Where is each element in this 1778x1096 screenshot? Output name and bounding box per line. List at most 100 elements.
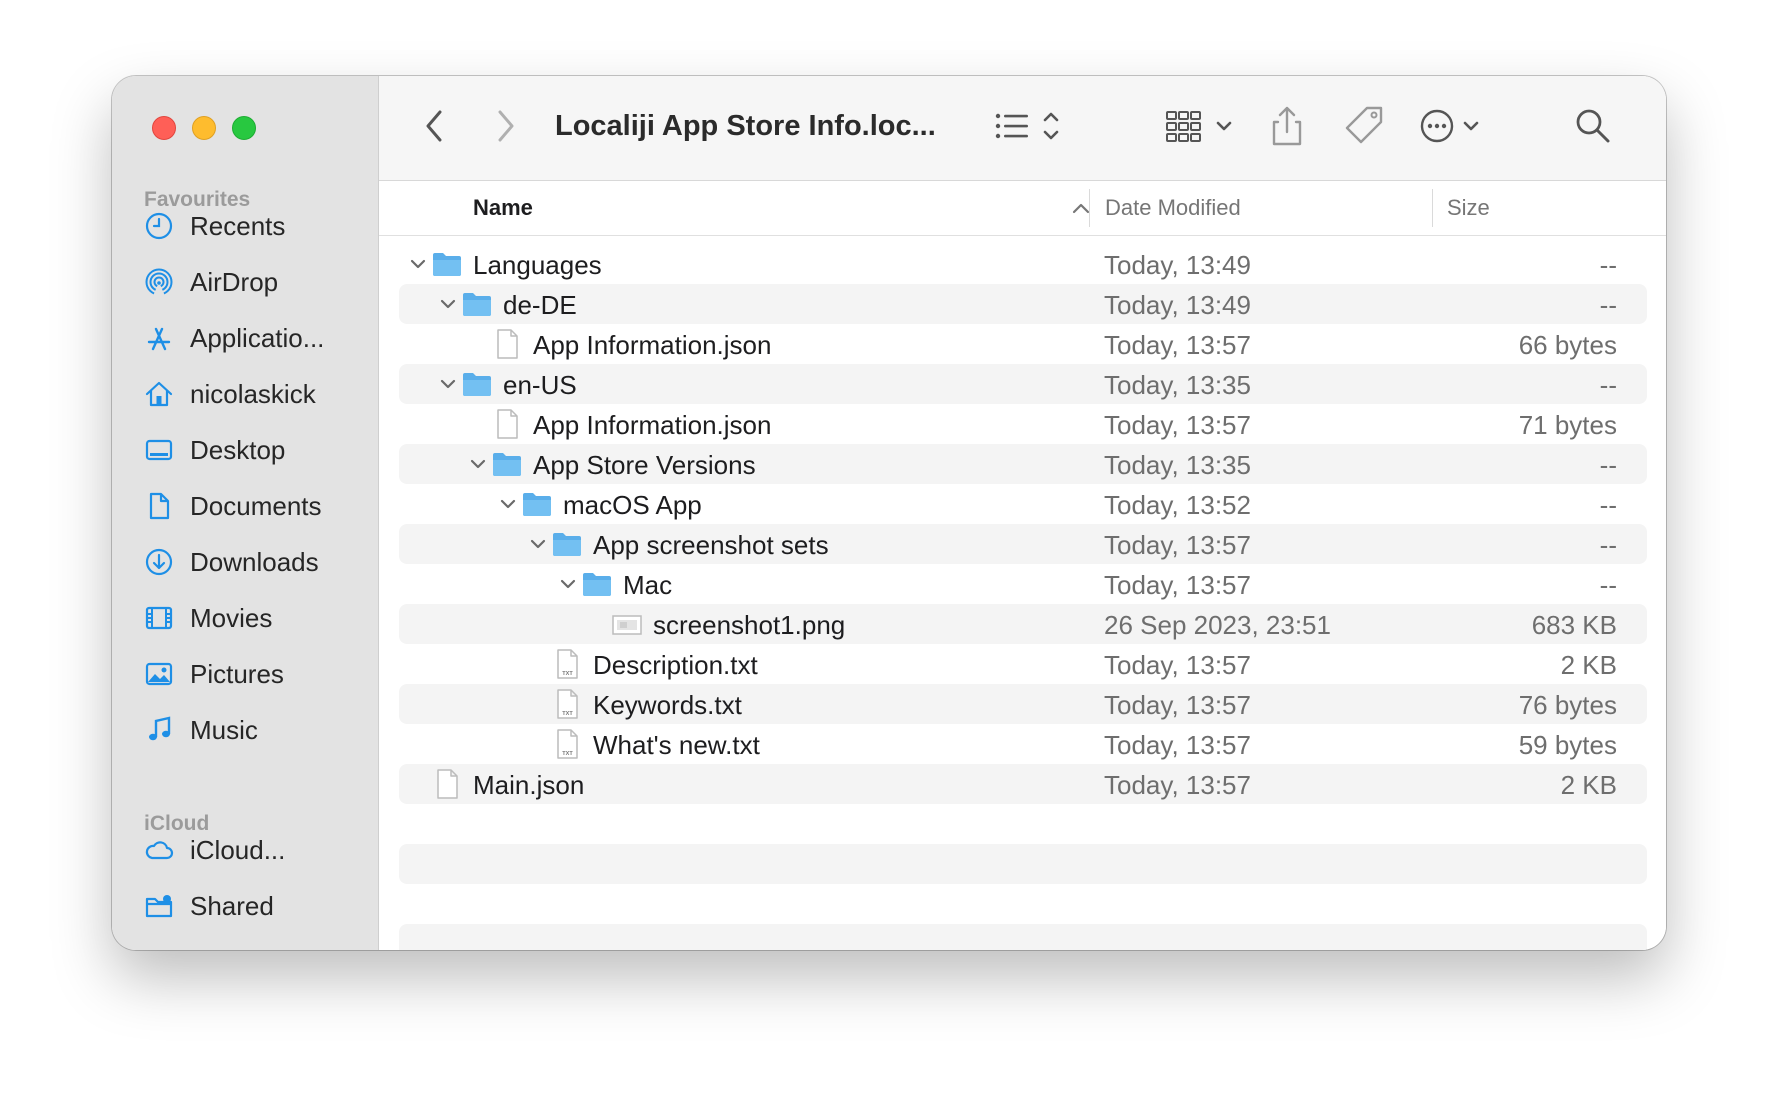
search-button[interactable]	[1571, 104, 1615, 148]
back-button[interactable]	[415, 106, 455, 146]
main-pane: Localiji App Store Info.loc... Name Date…	[379, 76, 1666, 950]
finder-window: Favourites Recents AirDrop Applicatio...…	[112, 76, 1666, 950]
file-row[interactable]: Mac Today, 13:57 --	[399, 564, 1647, 604]
file-name: Keywords.txt	[593, 690, 742, 720]
sidebar-item-music[interactable]: Music	[142, 708, 374, 752]
sidebar: Favourites Recents AirDrop Applicatio...…	[112, 76, 379, 950]
file-date-modified: Today, 13:57	[1104, 730, 1251, 760]
file-row[interactable]: TXT Keywords.txt Today, 13:57 76 bytes	[399, 684, 1647, 724]
document-file-icon	[497, 329, 518, 359]
share-icon	[1272, 106, 1302, 146]
view-options-button[interactable]	[991, 104, 1075, 148]
sidebar-item-label: Recents	[190, 210, 286, 241]
column-divider[interactable]	[1089, 189, 1090, 227]
file-size: --	[1599, 450, 1617, 480]
folder-icon	[553, 533, 581, 556]
sidebar-item-icloud-drive[interactable]: iCloud...	[142, 828, 374, 872]
folder-icon	[463, 373, 491, 396]
folder-icon	[583, 573, 611, 596]
downloads-icon	[142, 545, 176, 579]
photo-icon	[142, 657, 176, 691]
disclosure-chevron-icon[interactable]	[409, 255, 427, 273]
home-icon	[142, 377, 176, 411]
sidebar-item-label: Movies	[190, 602, 273, 633]
file-row[interactable]: TXT What's new.txt Today, 13:57 59 bytes	[399, 724, 1647, 764]
sidebar-item-label: nicolaskick	[190, 378, 316, 409]
sidebar-item-recents[interactable]: Recents	[142, 204, 374, 248]
sidebar-item-pictures[interactable]: Pictures	[142, 652, 374, 696]
file-row[interactable]: App Information.json Today, 13:57 71 bytes	[399, 404, 1647, 444]
file-row[interactable]: screenshot1.png 26 Sep 2023, 23:51 683 KB	[399, 604, 1647, 644]
file-row[interactable]: Main.json Today, 13:57 2 KB	[399, 764, 1647, 804]
file-row[interactable]: App Information.json Today, 13:57 66 bytes	[399, 324, 1647, 364]
text-file-icon: TXT	[557, 649, 578, 679]
sidebar-item-label: iCloud...	[190, 834, 286, 865]
forward-button[interactable]	[485, 106, 525, 146]
sidebar-item-label: Desktop	[190, 434, 286, 465]
column-name-header[interactable]: Name	[473, 195, 533, 221]
file-row[interactable]: de-DE Today, 13:49 --	[399, 284, 1647, 324]
window-controls	[152, 116, 256, 140]
sidebar-item-documents[interactable]: Documents	[142, 484, 374, 528]
share-button[interactable]	[1263, 102, 1311, 150]
sidebar-item-airdrop[interactable]: AirDrop	[142, 260, 374, 304]
sidebar-item-downloads[interactable]: Downloads	[142, 540, 374, 584]
file-date-modified: Today, 13:57	[1104, 690, 1251, 720]
sort-ascending-icon[interactable]	[1071, 197, 1091, 219]
file-size: --	[1599, 530, 1617, 560]
disclosure-chevron-icon[interactable]	[529, 535, 547, 553]
file-row[interactable]: Languages Today, 13:49 --	[399, 244, 1647, 284]
sidebar-item-movies[interactable]: Movies	[142, 596, 374, 640]
folder-icon	[523, 493, 551, 516]
sidebar-item-label: Downloads	[190, 546, 319, 577]
disclosure-chevron-icon[interactable]	[499, 495, 517, 513]
document-file-icon	[497, 409, 518, 439]
file-row[interactable]: en-US Today, 13:35 --	[399, 364, 1647, 404]
svg-text:TXT: TXT	[562, 671, 573, 677]
close-button[interactable]	[152, 116, 176, 140]
file-date-modified: Today, 13:57	[1104, 570, 1251, 600]
file-size: --	[1599, 570, 1617, 600]
group-button[interactable]	[1163, 104, 1243, 148]
file-date-modified: Today, 13:57	[1104, 330, 1251, 360]
applications-icon	[142, 321, 176, 355]
disclosure-chevron-icon[interactable]	[439, 375, 457, 393]
file-name: What's new.txt	[593, 730, 760, 760]
document-icon	[142, 489, 176, 523]
updown-chevron-icon	[1043, 112, 1059, 140]
more-actions-button[interactable]	[1417, 104, 1501, 148]
file-size: 683 KB	[1531, 610, 1617, 640]
tag-icon	[1345, 106, 1383, 144]
file-date-modified: Today, 13:57	[1104, 530, 1251, 560]
empty-row	[399, 844, 1647, 884]
sidebar-item-shared[interactable]: Shared	[142, 884, 374, 928]
file-size: 2 KB	[1560, 770, 1617, 800]
zoom-button[interactable]	[232, 116, 256, 140]
sidebar-item-applications[interactable]: Applicatio...	[142, 316, 374, 360]
sidebar-item-desktop[interactable]: Desktop	[142, 428, 374, 472]
column-divider[interactable]	[1432, 189, 1433, 227]
disclosure-chevron-icon[interactable]	[559, 575, 577, 593]
folder-icon	[463, 293, 491, 316]
file-date-modified: Today, 13:49	[1104, 250, 1251, 280]
column-size-header[interactable]: Size	[1447, 195, 1490, 221]
minimize-button[interactable]	[192, 116, 216, 140]
disclosure-chevron-icon[interactable]	[439, 295, 457, 313]
file-row[interactable]: TXT Description.txt Today, 13:57 2 KB	[399, 644, 1647, 684]
airdrop-icon	[142, 265, 176, 299]
file-size: 71 bytes	[1518, 410, 1617, 440]
sidebar-item-home[interactable]: nicolaskick	[142, 372, 374, 416]
file-name: App Store Versions	[533, 450, 756, 480]
disclosure-chevron-icon[interactable]	[469, 455, 487, 473]
tags-button[interactable]	[1341, 102, 1389, 150]
file-name: Languages	[473, 250, 602, 280]
sidebar-item-label: Pictures	[190, 658, 284, 689]
file-size: --	[1599, 490, 1617, 520]
file-row[interactable]: App screenshot sets Today, 13:57 --	[399, 524, 1647, 564]
column-date-header[interactable]: Date Modified	[1105, 195, 1241, 221]
file-row[interactable]: macOS App Today, 13:52 --	[399, 484, 1647, 524]
text-file-icon: TXT	[557, 729, 578, 759]
search-icon	[1576, 109, 1610, 143]
file-row[interactable]: App Store Versions Today, 13:35 --	[399, 444, 1647, 484]
file-date-modified: Today, 13:35	[1104, 450, 1251, 480]
